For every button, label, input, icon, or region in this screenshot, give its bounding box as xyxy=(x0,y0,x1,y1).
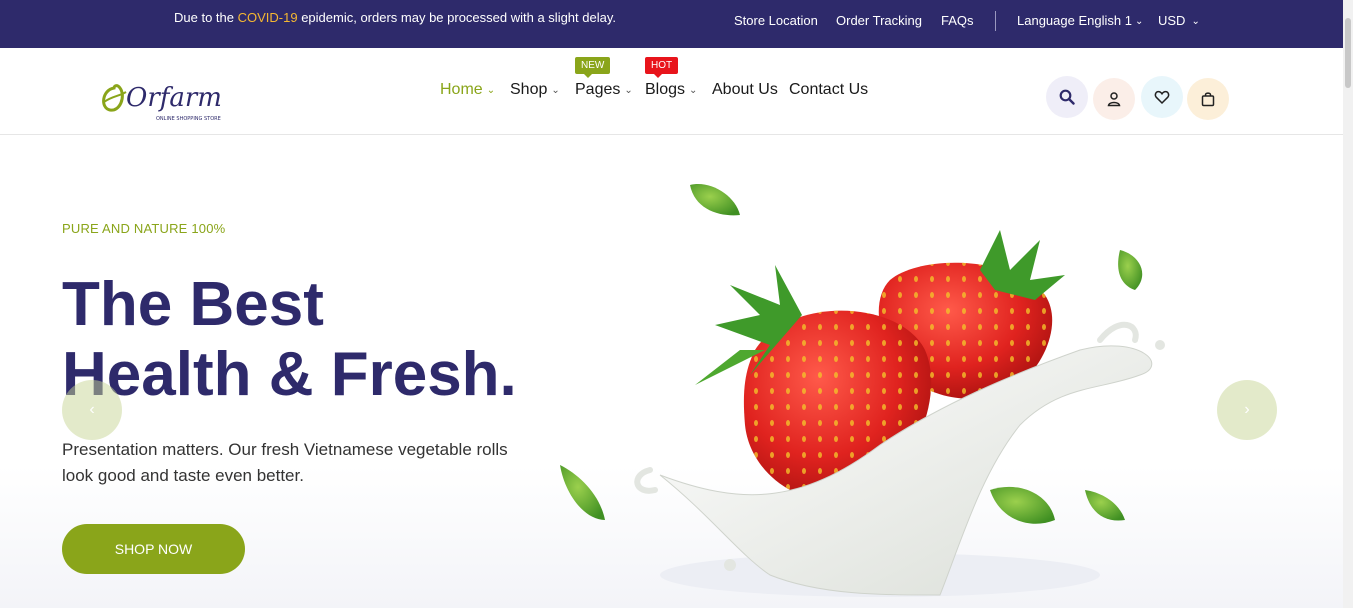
notice-highlight: COVID-19 xyxy=(237,10,298,25)
wishlist-button[interactable] xyxy=(1141,76,1183,118)
account-button[interactable] xyxy=(1093,78,1135,120)
scrollbar-thumb[interactable] xyxy=(1345,18,1351,88)
currency-selector[interactable]: USD ⌄ xyxy=(1158,13,1200,28)
nav-about[interactable]: About Us xyxy=(712,81,778,99)
hero-headline-line2: Health & Fresh. xyxy=(62,340,517,409)
language-selector[interactable]: Language English 1 ⌄ xyxy=(1017,13,1143,28)
chevron-down-icon: ⌄ xyxy=(624,85,633,96)
logo-text: Orfarm xyxy=(126,83,222,113)
hot-badge: HOT xyxy=(645,57,679,78)
hero-headline-line1: The Best xyxy=(62,270,324,339)
hero-description: Presentation matters. Our fresh Vietname… xyxy=(62,440,508,485)
nav-blogs[interactable]: Blogs ⌄ xyxy=(645,81,697,99)
hero-headline: The Best Health & Fresh. xyxy=(62,270,517,410)
strawberry-milk-image xyxy=(560,184,1165,597)
nav-pages[interactable]: Pages ⌄ xyxy=(575,81,633,99)
language-label: Language English 1 xyxy=(1017,13,1132,28)
top-bar: Due to the COVID-19 epidemic, orders may… xyxy=(0,0,1343,48)
slider-next-button[interactable]: › xyxy=(1217,380,1277,440)
hero-tagline: PURE AND NATURE 100% xyxy=(62,221,226,236)
covid-notice: Due to the COVID-19 epidemic, orders may… xyxy=(174,10,616,25)
heart-icon xyxy=(1154,90,1170,105)
search-button[interactable] xyxy=(1046,76,1088,118)
nav-shop-label: Shop xyxy=(510,81,548,98)
store-location-link[interactable]: Store Location xyxy=(734,13,818,28)
chevron-down-icon: ⌄ xyxy=(1191,16,1200,27)
nav-home[interactable]: Home ⌄ xyxy=(440,81,495,99)
chevron-down-icon: ⌄ xyxy=(486,85,496,96)
nav-home-label: Home xyxy=(440,81,483,98)
shop-now-button[interactable]: SHOP NOW xyxy=(62,524,245,574)
chevron-down-icon: ⌄ xyxy=(1134,16,1144,27)
bag-icon xyxy=(1201,92,1215,107)
main-header: Orfarm ONLINE SHOPPING STORE Home ⌄ Shop ⌄… xyxy=(0,48,1343,135)
new-badge: NEW xyxy=(575,57,611,78)
hero-slider: PURE AND NATURE 100% The Best Health & F… xyxy=(0,135,1343,608)
page-scrollbar[interactable] xyxy=(1343,0,1353,608)
faqs-link[interactable]: FAQs xyxy=(941,13,974,28)
logo-tagline: ONLINE SHOPPING STORE xyxy=(156,116,221,122)
notice-post: epidemic, orders may be processed with a… xyxy=(297,10,616,25)
chevron-down-icon: ⌄ xyxy=(551,85,560,96)
search-icon xyxy=(1059,89,1075,105)
chevron-left-icon: ‹ xyxy=(89,401,95,418)
order-tracking-link[interactable]: Order Tracking xyxy=(836,13,922,28)
nav-pages-label: Pages xyxy=(575,81,621,98)
currency-label: USD xyxy=(1158,13,1186,28)
nav-contact[interactable]: Contact Us xyxy=(789,81,868,99)
chevron-right-icon: › xyxy=(1244,401,1250,418)
notice-pre: Due to the xyxy=(174,10,238,25)
orfarm-logo[interactable]: Orfarm ONLINE SHOPPING STORE xyxy=(98,74,228,126)
chevron-down-icon: ⌄ xyxy=(689,85,698,96)
topbar-divider xyxy=(995,11,996,31)
user-icon xyxy=(1107,92,1121,107)
nav-blogs-label: Blogs xyxy=(645,81,686,98)
cart-button[interactable] xyxy=(1187,78,1229,120)
nav-shop[interactable]: Shop ⌄ xyxy=(510,81,560,99)
slider-prev-button[interactable]: ‹ xyxy=(62,380,122,440)
